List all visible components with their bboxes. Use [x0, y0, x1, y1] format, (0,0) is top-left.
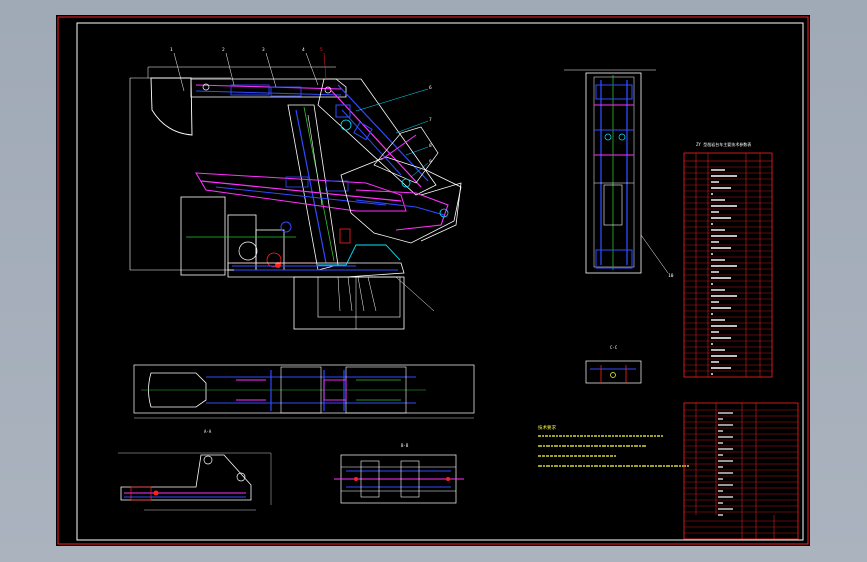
plan-view	[133, 364, 475, 419]
svg-text:2: 2	[222, 47, 225, 53]
drawing-sheet[interactable]: 1 2 3 4 5 6 7 8 9 10 ZY 型凿岩台车主要技术参数表 C-C A-A B-…	[56, 15, 810, 546]
technical-notes: 技术要求	[538, 424, 690, 467]
end-view: 10	[564, 69, 674, 279]
cad-drawing: 1 2 3 4 5 6 7 8 9 10 ZY 型凿岩台车主要技术参数表 C-C A-A B-…	[57, 16, 809, 545]
cad-viewport[interactable]: 1 2 3 4 5 6 7 8 9 10 ZY 型凿岩台车主要技术参数表 C-C A-A B-…	[0, 0, 867, 562]
svg-text:10: 10	[668, 273, 674, 279]
svg-text:4: 4	[302, 47, 305, 53]
small-detail: C-C	[585, 345, 642, 384]
svg-text:5: 5	[320, 47, 323, 53]
main-side-view: 1 2 3 4 5 6 7 8 9	[129, 47, 462, 330]
svg-text:3: 3	[262, 47, 265, 53]
title-block	[683, 402, 799, 540]
svg-text:6: 6	[429, 85, 432, 91]
lower-detail-left: A-A	[118, 429, 272, 511]
svg-text:ZY 型凿岩台车主要技术参数表: ZY 型凿岩台车主要技术参数表	[696, 141, 751, 147]
svg-text:A-A: A-A	[204, 429, 212, 434]
lower-detail-center: B-B	[334, 443, 464, 504]
svg-text:7: 7	[429, 117, 432, 123]
svg-text:8: 8	[429, 143, 432, 149]
svg-text:9: 9	[429, 159, 432, 165]
inner-frame	[76, 22, 804, 541]
svg-text:B-B: B-B	[401, 443, 409, 448]
parts-list-table: ZY 型凿岩台车主要技术参数表	[683, 141, 773, 378]
outer-frame-red	[57, 16, 809, 545]
svg-text:C-C: C-C	[610, 345, 618, 350]
svg-text:技术要求: 技术要求	[538, 424, 556, 431]
svg-text:1: 1	[170, 47, 173, 53]
